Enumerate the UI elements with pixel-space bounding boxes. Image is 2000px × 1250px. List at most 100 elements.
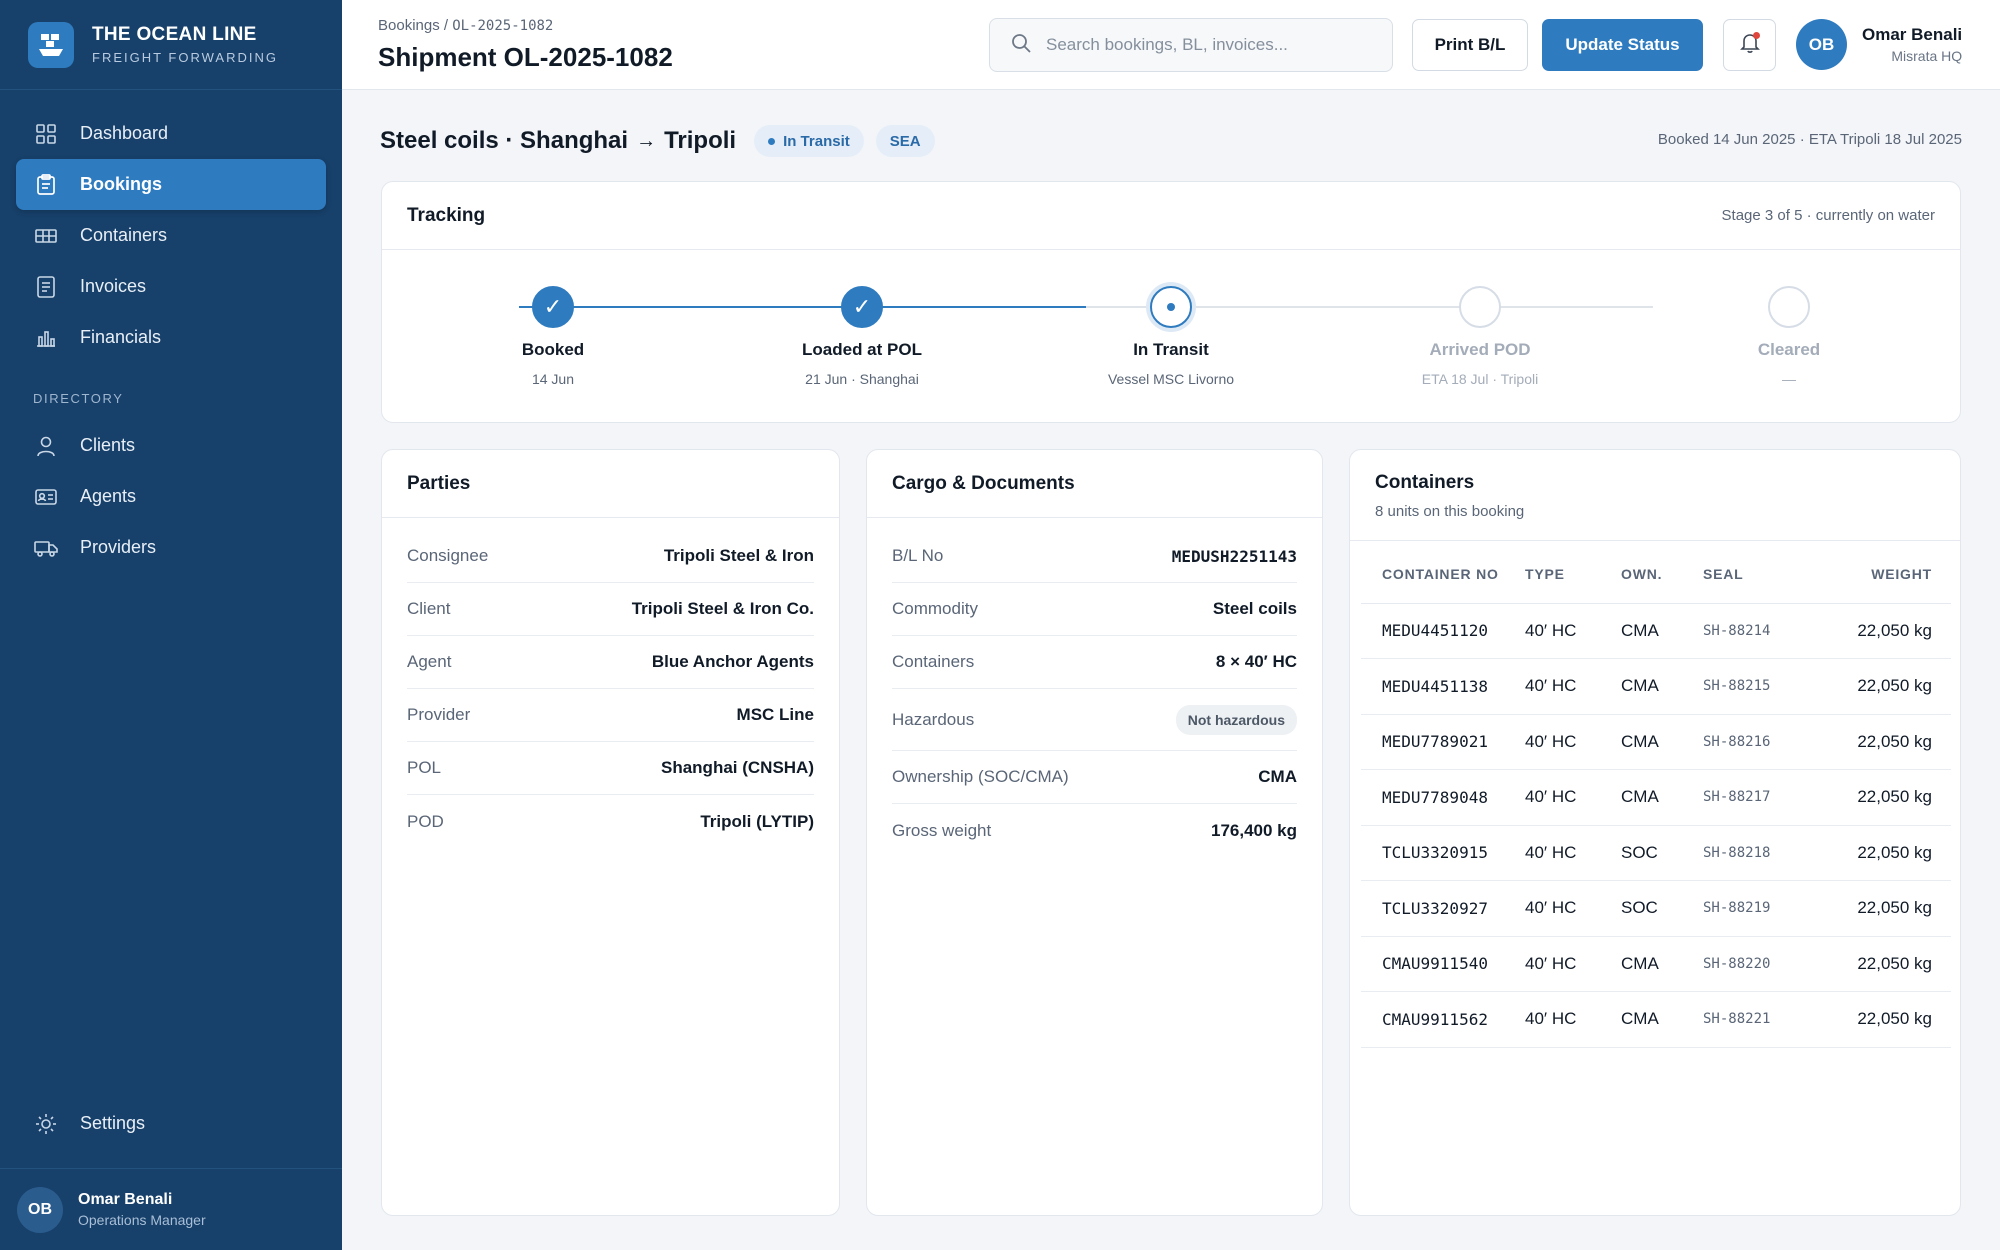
- cargo-row-bl: B/L No MEDUSH2251143: [892, 530, 1297, 583]
- status-dot-icon: [768, 137, 776, 145]
- table-row[interactable]: MEDU4451138 40′ HC CMA SH-88215 22,050 kg: [1361, 658, 1951, 715]
- cell-seal: SH-88217: [1703, 769, 1821, 826]
- tracking-step-loaded: ✓ Loaded at POL 21 Jun · Shanghai: [742, 286, 982, 387]
- party-row-pol: POL Shanghai (CNSHA): [407, 742, 814, 795]
- step-sub: —: [1782, 371, 1796, 387]
- cell-no: MEDU4451120: [1361, 603, 1525, 659]
- person-icon: [34, 434, 58, 458]
- table-row[interactable]: CMAU9911540 40′ HC CMA SH-88220 22,050 kg: [1361, 936, 1951, 992]
- cargo-row-containers: Containers 8 × 40′ HC: [892, 636, 1297, 689]
- sidebar-item-label: Invoices: [80, 276, 147, 296]
- cell-type: 40′ HC: [1525, 936, 1621, 992]
- table-row[interactable]: CMAU9911562 40′ HC CMA SH-88221 22,050 kg: [1361, 991, 1951, 1048]
- search-box: [989, 18, 1393, 72]
- brand-name: THE OCEAN LINE: [92, 24, 257, 45]
- table-row[interactable]: MEDU4451120 40′ HC CMA SH-88214 22,050 kg: [1361, 603, 1951, 659]
- top-header: Bookings / OL-2025-1082 Shipment OL-2025…: [342, 0, 2000, 90]
- ship-logo-icon: [28, 21, 74, 68]
- step-label: Booked: [521, 340, 585, 359]
- update-status-button[interactable]: Update Status: [1542, 19, 1703, 71]
- table-row[interactable]: MEDU7789021 40′ HC CMA SH-88216 22,050 kg: [1361, 714, 1951, 770]
- notifications-button[interactable]: [1723, 19, 1776, 71]
- cell-seal: SH-88216: [1703, 714, 1821, 770]
- user-role: Operations Manager: [78, 1212, 206, 1228]
- cell-seal: SH-88218: [1703, 825, 1821, 881]
- user-name: Omar Benali: [1862, 25, 1963, 44]
- avatar: OB: [1796, 19, 1847, 70]
- sidebar-item-bookings[interactable]: Bookings: [16, 159, 326, 210]
- containers-card: Containers 8 units on this booking CONTA…: [1349, 449, 1961, 1216]
- truck-icon: [34, 536, 58, 560]
- pending-circle-icon: [1459, 286, 1501, 328]
- grid-icon: [34, 122, 58, 146]
- user-location: Misrata HQ: [1891, 48, 1963, 64]
- cell-type: 40′ HC: [1525, 825, 1621, 881]
- sidebar-item-financials[interactable]: Financials: [16, 312, 326, 363]
- route-origin: Steel coils · Shanghai: [380, 127, 629, 154]
- column-header[interactable]: SEAL: [1703, 541, 1821, 604]
- check-icon: ✓: [532, 286, 574, 328]
- breadcrumb-current: OL-2025-1082: [452, 18, 554, 34]
- sidebar-item-invoices[interactable]: Invoices: [16, 261, 326, 312]
- card-title: Cargo & Documents: [892, 472, 1075, 494]
- column-header[interactable]: TYPE: [1525, 541, 1621, 604]
- sidebar-item-containers[interactable]: Containers: [16, 210, 326, 261]
- cell-weight: 22,050 kg: [1821, 769, 1951, 826]
- party-row-client: Client Tripoli Steel & Iron Co.: [407, 583, 814, 636]
- cell-type: 40′ HC: [1525, 769, 1621, 826]
- breadcrumb-bookings[interactable]: Bookings /: [378, 17, 448, 34]
- sidebar-item-settings[interactable]: Settings: [16, 1098, 326, 1149]
- cell-type: 40′ HC: [1525, 991, 1621, 1048]
- sidebar-item-clients[interactable]: Clients: [16, 420, 326, 471]
- column-header[interactable]: CONTAINER NO: [1361, 541, 1525, 604]
- table-row[interactable]: TCLU3320927 40′ HC SOC SH-88219 22,050 kg: [1361, 880, 1951, 937]
- cell-no: CMAU9911540: [1361, 936, 1525, 992]
- parties-card: Parties Consignee Tripoli Steel & Iron Cl…: [381, 449, 840, 1216]
- current-dot-icon: [1150, 286, 1192, 328]
- nav-section-directory: DIRECTORY: [33, 391, 124, 406]
- tracking-card: Tracking Stage 3 of 5 · currently on wat…: [381, 181, 1961, 423]
- cargo-row-commodity: Commodity Steel coils: [892, 583, 1297, 636]
- tracking-step-booked: ✓ Booked 14 Jun: [433, 286, 673, 387]
- sidebar-item-label: Financials: [80, 327, 162, 347]
- sidebar-item-label: Settings: [80, 1113, 146, 1133]
- cell-no: MEDU7789021: [1361, 714, 1525, 770]
- step-label: Arrived POD: [1429, 340, 1531, 359]
- sidebar-item-agents[interactable]: Agents: [16, 471, 326, 522]
- step-sub: 14 Jun: [531, 371, 575, 387]
- card-title: Parties: [407, 472, 471, 494]
- sun-gear-icon: [34, 1112, 58, 1136]
- cell-no: MEDU4451138: [1361, 658, 1525, 715]
- print-bl-button[interactable]: Print B/L: [1412, 19, 1528, 71]
- sidebar-user-card[interactable]: OB Omar Benali Operations Manager: [0, 1168, 342, 1250]
- sidebar-item-label: Dashboard: [80, 123, 169, 143]
- cell-no: TCLU3320915: [1361, 825, 1525, 881]
- header-user-menu[interactable]: OB Omar Benali Misrata HQ: [1796, 19, 1962, 70]
- column-header[interactable]: OWN.: [1621, 541, 1703, 604]
- sidebar-item-providers[interactable]: Providers: [16, 522, 326, 573]
- sidebar-item-dashboard[interactable]: Dashboard: [16, 108, 326, 159]
- brand-tagline: FREIGHT FORWARDING: [92, 50, 278, 65]
- cell-weight: 22,050 kg: [1821, 991, 1951, 1048]
- id-card-icon: [34, 485, 58, 509]
- table-row[interactable]: MEDU7789048 40′ HC CMA SH-88217 22,050 kg: [1361, 769, 1951, 826]
- card-title: Tracking: [407, 204, 486, 226]
- cargo-row-ownership: Ownership (SOC/CMA) CMA: [892, 751, 1297, 804]
- column-header[interactable]: WEIGHT: [1821, 541, 1951, 604]
- cell-seal: SH-88214: [1703, 603, 1821, 659]
- pending-circle-icon: [1768, 286, 1810, 328]
- search-input[interactable]: [1046, 35, 1376, 55]
- search-icon: [1010, 32, 1032, 59]
- cell-own: CMA: [1621, 658, 1703, 715]
- cell-weight: 22,050 kg: [1821, 603, 1951, 659]
- cargo-row-hazardous: Hazardous Not hazardous: [892, 689, 1297, 751]
- booked-eta-info: Booked 14 Jun 2025 · ETA Tripoli 18 Jul …: [1657, 131, 1962, 148]
- table-row[interactable]: TCLU3320915 40′ HC SOC SH-88218 22,050 kg: [1361, 825, 1951, 881]
- cell-own: SOC: [1621, 825, 1703, 881]
- cell-weight: 22,050 kg: [1821, 658, 1951, 715]
- cell-type: 40′ HC: [1525, 658, 1621, 715]
- step-sub: ETA 18 Jul · Tripoli: [1421, 371, 1539, 387]
- cell-own: CMA: [1621, 936, 1703, 992]
- containers-count: 8 units on this booking: [1375, 503, 1525, 520]
- card-title: Containers: [1375, 472, 1475, 493]
